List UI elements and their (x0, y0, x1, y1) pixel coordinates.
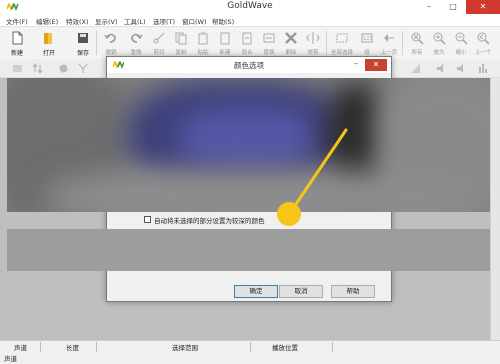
menu-help[interactable]: 帮助(S) (212, 16, 234, 26)
dark-unselected-checkbox[interactable] (144, 216, 151, 223)
wave-icon[interactable] (12, 63, 23, 74)
open-button[interactable]: 打开 (40, 29, 58, 57)
zoom-in-icon (433, 32, 446, 45)
menu-bar: 文件(F) 编辑(E) 特效(X) 显示(V) 工具(L) 选项(T) 窗口(W… (0, 14, 500, 27)
paste-button[interactable]: 粘贴 (194, 29, 212, 57)
prev-page-button[interactable]: 上一页 (380, 29, 398, 57)
zoom-out-button[interactable]: 缩小 (452, 29, 470, 57)
dialog-close-button[interactable]: ✕ (365, 59, 387, 71)
speaker-icon[interactable] (436, 63, 447, 74)
status-bar: 声道 长度 选择范围 播放位置 声道 (0, 340, 500, 364)
paste-icon (198, 32, 208, 45)
status-divider (96, 342, 97, 352)
set-button[interactable]: 123 组 (358, 29, 376, 57)
dialog-title-bar: 颜色选项 – ✕ (107, 57, 391, 73)
redo-icon (131, 33, 143, 43)
menu-window[interactable]: 窗口(W) (182, 16, 207, 26)
menu-tools[interactable]: 工具(L) (124, 16, 146, 26)
replace-icon (263, 33, 275, 43)
status-divider (332, 342, 333, 352)
new-button-label: 新建 (10, 50, 23, 57)
menu-edit[interactable]: 编辑(E) (36, 16, 58, 26)
status-divider (250, 342, 251, 352)
prev-zoom-icon (477, 32, 490, 45)
copy-icon (175, 32, 187, 45)
toolbar-separator (326, 31, 327, 55)
status-channel-value: 声道 (4, 355, 17, 363)
status-divider (40, 342, 41, 352)
right-gutter (490, 78, 500, 340)
color-preview-area (7, 78, 490, 212)
prev-zoom-label: 上一个 (474, 50, 492, 56)
paste-new-button[interactable]: 新建 (216, 29, 234, 57)
maximize-button[interactable]: □ (442, 0, 464, 14)
zoom-all-button[interactable]: 所有 (408, 29, 426, 57)
select-all-label: 全部选择 (330, 50, 353, 56)
toolbar-separator (402, 31, 403, 55)
blur-blob (47, 168, 467, 212)
prev-page-icon (384, 34, 394, 42)
replace-button[interactable]: 替换 (260, 29, 278, 57)
dialog-minimize-button[interactable]: – (350, 59, 362, 71)
status-col-channel: 声道 (14, 344, 27, 352)
fade-icon[interactable] (410, 63, 421, 74)
save-disk-icon (78, 33, 88, 43)
toolbar-separator (96, 31, 97, 55)
trim-icon (306, 32, 320, 44)
cut-button[interactable]: 剪切 (150, 29, 168, 57)
set-icon: 123 (361, 33, 373, 43)
status-col-length: 长度 (66, 344, 79, 352)
open-button-label: 打开 (42, 50, 55, 57)
menu-options[interactable]: 选项(T) (153, 16, 175, 26)
menu-view[interactable]: 显示(V) (95, 16, 118, 26)
zoom-in-button[interactable]: 放大 (430, 29, 448, 57)
select-all-icon (336, 33, 348, 43)
mix-button[interactable]: 混合 (238, 29, 256, 57)
open-file-icon (44, 33, 52, 44)
obscured-band (7, 229, 490, 271)
paste-new-icon (220, 32, 230, 45)
delete-button[interactable]: 删除 (282, 29, 300, 57)
select-all-button[interactable]: 全部选择 (331, 29, 353, 57)
main-toolbar: 新建 打开 保存 撤销 重做 剪切 复制 粘贴 新建 混合 替换 删除 修剪 全… (0, 27, 500, 59)
speaker-mute-icon[interactable] (456, 63, 467, 74)
scissors-icon (153, 32, 165, 44)
status-col-selection: 选择范围 (172, 344, 198, 352)
undo-button[interactable]: 撤销 (102, 29, 120, 57)
blur-blob (177, 108, 317, 168)
help-button[interactable]: 帮助 (331, 285, 375, 298)
undo-label: 撤销 (105, 50, 117, 56)
filter-icon[interactable] (78, 63, 89, 74)
equalizer-icon[interactable] (478, 63, 489, 74)
undo-icon (104, 33, 116, 43)
zoom-all-icon (411, 32, 424, 45)
dark-unselected-checkbox-label: 自动将未选择的部分设置为较深的颜色 (154, 217, 265, 225)
minimize-button[interactable]: – (418, 0, 440, 14)
close-button[interactable]: ✕ (466, 0, 500, 14)
prev-zoom-button[interactable]: 上一个 (474, 29, 492, 57)
ok-button[interactable]: 确定 (234, 285, 278, 298)
copy-button[interactable]: 复制 (172, 29, 190, 57)
status-col-play-position: 播放位置 (272, 344, 298, 352)
cancel-button[interactable]: 取消 (279, 285, 323, 298)
svg-text:123: 123 (363, 36, 373, 42)
new-file-icon (12, 31, 23, 45)
trim-button[interactable]: 修剪 (304, 29, 322, 57)
menu-file[interactable]: 文件(F) (6, 16, 28, 26)
menu-effects[interactable]: 特效(X) (66, 16, 89, 26)
delete-x-icon (285, 32, 297, 44)
redo-button[interactable]: 重做 (127, 29, 145, 57)
mix-icon (242, 32, 252, 45)
updown-arrows-icon[interactable] (32, 63, 43, 74)
new-button[interactable]: 新建 (8, 29, 26, 57)
zoom-out-icon (455, 32, 468, 45)
save-button-label: 保存 (76, 50, 89, 57)
trim-label: 修剪 (307, 50, 319, 56)
dialog-title: 颜色选项 (234, 61, 264, 70)
title-bar: GoldWave – □ ✕ (0, 0, 500, 14)
circle-icon[interactable] (58, 63, 69, 74)
save-button[interactable]: 保存 (74, 29, 92, 57)
prev-page-label: 上一页 (380, 50, 398, 56)
